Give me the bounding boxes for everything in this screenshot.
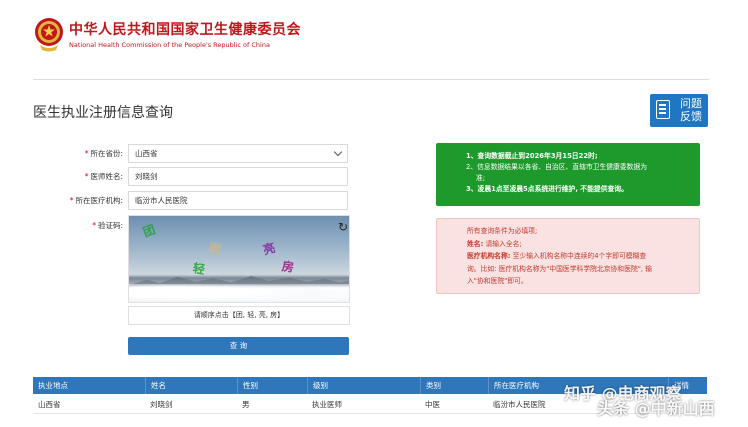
notice-info-line: 3、凌晨1点至凌晨5点系统进行维护, 不能提供查询。 (466, 185, 628, 193)
table-cell: 刘晓剑 (150, 400, 173, 409)
notice-req-line: 入"协和医院"即可。 (467, 277, 528, 285)
notice-req-line: 医疗机构名称: 至少输入机构名称中连续的4个字即可模糊查 (467, 252, 647, 260)
captcha-char[interactable]: 亮 (261, 239, 277, 259)
site-header: 中华人民共和国国家卫生健康委员会 National Health Commiss… (0, 0, 748, 80)
notice-requirements: 所有查询条件为必填项; 姓名: 请输入全名; 医疗机构名称: 至少输入机构名称中… (436, 218, 700, 294)
doctor-name-label: * 医师姓名: (84, 172, 123, 181)
captcha-image[interactable]: 团 轻 亮 房 网 (128, 215, 350, 303)
province-label: * 所在省份: (84, 149, 123, 158)
institution-label: * 所在医疗机构: (69, 196, 123, 205)
feedback-label: 问题反馈 (680, 97, 702, 123)
national-emblem-icon (35, 18, 63, 52)
captcha-char[interactable]: 团 (140, 220, 157, 240)
col-header: 级别 (307, 377, 420, 394)
captcha-char[interactable]: 网 (207, 239, 223, 258)
col-header: 执业地点 (38, 381, 68, 390)
table-cell: 男 (242, 400, 250, 409)
notice-info: 1、查询数据截止到2026年3月15日22时; 2、信息数据结果以各省、自治区、… (436, 143, 700, 206)
query-button[interactable]: 查 询 (128, 337, 349, 355)
col-header: 性别 (237, 377, 307, 394)
refresh-icon[interactable]: ↻ (337, 221, 349, 233)
col-header: 类别 (420, 377, 488, 394)
notice-info-line: 1、查询数据截止到2026年3月15日22时; (466, 152, 598, 160)
header-divider (33, 79, 709, 80)
notice-req-line: 姓名: 请输入全名; (467, 239, 522, 248)
notice-req-line: 询。比如: 医疗机构名称为"中国医学科学院北京协和医院", 输 (467, 264, 652, 273)
captcha-char[interactable]: 轻 (192, 259, 207, 278)
org-name-en: National Health Commission of the People… (69, 41, 270, 49)
org-name-cn: 中华人民共和国国家卫生健康委员会 (69, 22, 301, 38)
page-title: 医生执业注册信息查询 (33, 105, 173, 121)
province-value: 山西省 (135, 149, 158, 158)
institution-input[interactable]: 临汾市人民医院 (128, 191, 348, 210)
captcha-char[interactable]: 房 (281, 257, 295, 276)
doctor-name-input[interactable]: 刘晓剑 (128, 167, 348, 186)
feedback-icon (656, 100, 670, 119)
feedback-button[interactable]: 问题反馈 (650, 94, 708, 127)
captcha-hint: 请顺序点击【团, 轻, 亮, 房】 (128, 306, 350, 325)
watermark-toutiao: 头条 @中新山西 (597, 399, 715, 418)
col-header: 姓名 (145, 377, 237, 394)
notice-info-line: 准; (476, 174, 486, 182)
notice-info-line: 2、信息数据结果以各省、自治区、直辖市卫生健康委数据为 (466, 163, 648, 171)
province-select[interactable]: 山西省 (128, 144, 348, 163)
table-cell: 执业医师 (312, 400, 342, 409)
captcha-cloud (129, 284, 349, 302)
captcha-label: * 验证码: (92, 221, 123, 230)
table-cell: 山西省 (38, 400, 61, 409)
chevron-down-icon (333, 147, 343, 157)
table-cell: 中医 (425, 400, 440, 409)
notice-req-line: 所有查询条件为必填项; (467, 227, 538, 235)
